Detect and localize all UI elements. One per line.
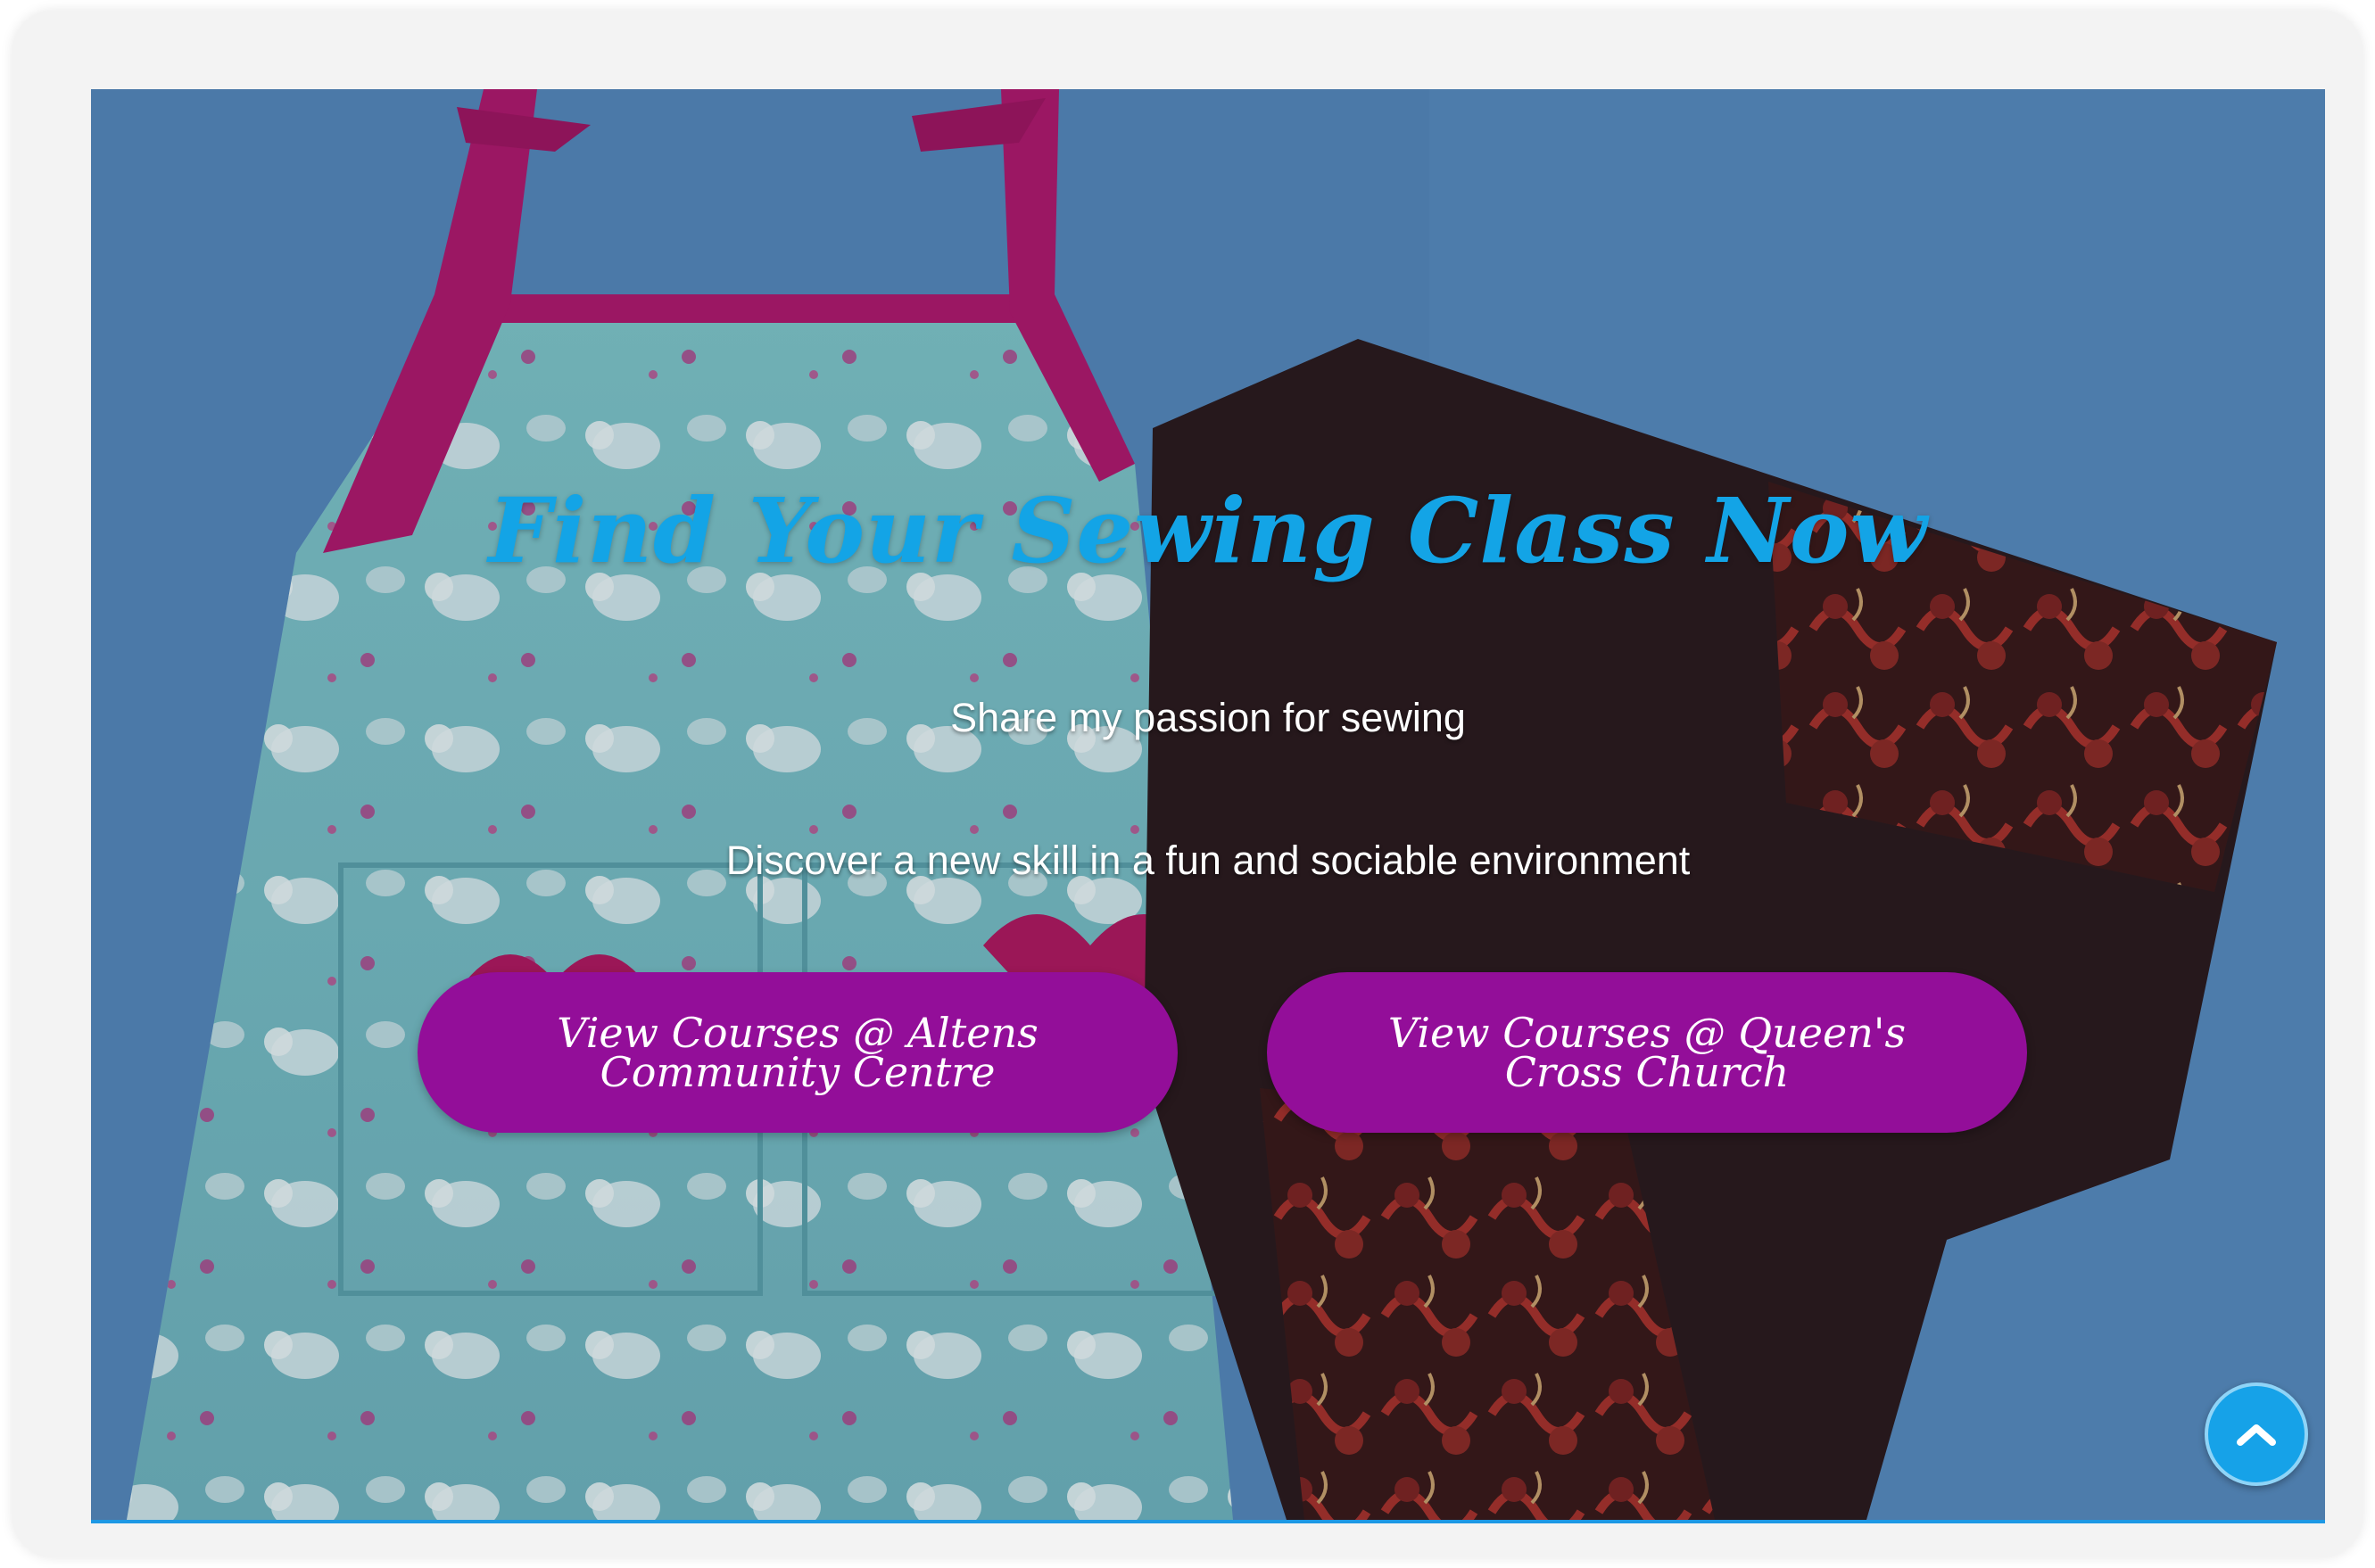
tagline-discover: Discover a new skill in a fun and sociab… bbox=[725, 838, 1691, 883]
button-label-line-2: Community Centre bbox=[600, 1048, 996, 1096]
button-label: View Courses @ Altens Community Centre bbox=[557, 1012, 1038, 1093]
page-frame: Find Your Sewing Class Now Share my pass… bbox=[12, 11, 2363, 1557]
tagline-passion: Share my passion for sewing bbox=[950, 695, 1466, 740]
view-courses-queens-cross-button[interactable]: View Courses @ Queen's Cross Church bbox=[1267, 972, 2027, 1133]
button-label-line-2: Cross Church bbox=[1504, 1048, 1790, 1096]
page-title: Find Your Sewing Class Now bbox=[488, 478, 1928, 583]
view-courses-altens-button[interactable]: View Courses @ Altens Community Centre bbox=[418, 972, 1178, 1133]
button-label: View Courses @ Queen's Cross Church bbox=[1388, 1012, 1906, 1093]
hero-content: Find Your Sewing Class Now Share my pass… bbox=[91, 89, 2325, 1520]
chevron-up-icon bbox=[2237, 1424, 2276, 1446]
hero-section: Find Your Sewing Class Now Share my pass… bbox=[91, 89, 2325, 1523]
back-to-top-button[interactable] bbox=[2205, 1382, 2308, 1486]
